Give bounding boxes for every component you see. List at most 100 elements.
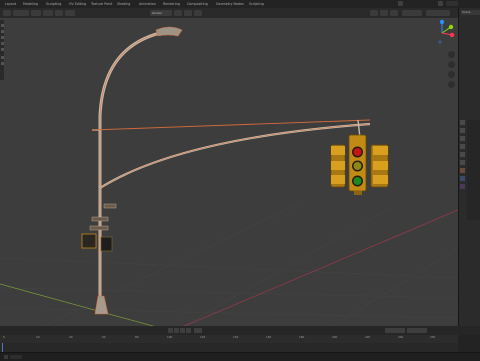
tab-shading[interactable]: Shading	[116, 1, 131, 7]
z-axis-icon	[439, 19, 445, 25]
red-light	[353, 148, 362, 156]
jump-start-icon[interactable]	[168, 328, 173, 333]
floor-grid	[0, 202, 458, 328]
stop-icon[interactable]	[174, 328, 179, 333]
lamp-head	[155, 26, 183, 37]
editor-type-button[interactable]	[3, 10, 11, 16]
material-properties-icon[interactable]	[460, 184, 465, 189]
play-icon[interactable]	[180, 328, 185, 333]
scene-selector-icon[interactable]	[398, 1, 403, 6]
tool-shelf	[0, 20, 4, 80]
tool-properties-icon[interactable]	[460, 120, 465, 125]
timeline-tick: 120	[200, 335, 206, 339]
world-properties-icon[interactable]	[460, 160, 465, 165]
navigation-gizmo[interactable]	[430, 18, 458, 48]
object-mode-dropdown[interactable]	[13, 10, 29, 16]
street-light-pole[interactable]	[92, 26, 183, 315]
transform-orientation-dropdown[interactable]: Global	[150, 10, 172, 16]
gizmo-button[interactable]	[380, 10, 388, 16]
scene-properties-icon[interactable]	[460, 152, 465, 157]
timeline-tick: 180	[299, 335, 305, 339]
workspace-tabs-bar: Layout Modeling Sculpting UV Editing Tex…	[0, 0, 480, 8]
tab-uv-editing[interactable]: UV Editing	[68, 1, 87, 7]
jump-end-icon[interactable]	[186, 328, 191, 333]
zoom-icon[interactable]	[448, 51, 455, 58]
tab-scripting[interactable]: Scripting	[248, 1, 265, 7]
start-frame-field[interactable]	[385, 328, 405, 333]
grid-icon[interactable]	[448, 81, 455, 88]
pivot-point-button[interactable]	[174, 10, 182, 16]
timeline-tick: 40	[69, 335, 73, 339]
modifier-properties-icon[interactable]	[460, 176, 465, 181]
output-properties-icon[interactable]	[460, 136, 465, 141]
viewport-header: Global	[0, 8, 458, 18]
camera-icon[interactable]	[448, 71, 455, 78]
properties-content	[467, 120, 480, 220]
view-layer-properties-icon[interactable]	[460, 144, 465, 149]
view-menu[interactable]	[31, 10, 41, 16]
timeline-tick: 20	[36, 335, 40, 339]
green-light	[353, 177, 362, 185]
scale-icon[interactable]	[0, 42, 4, 45]
render-properties-icon[interactable]	[460, 128, 465, 133]
tab-rendering[interactable]: Rendering	[162, 1, 181, 7]
add-menu[interactable]	[55, 10, 63, 16]
properties-panel: Scene	[458, 8, 480, 328]
y-axis-line	[0, 283, 161, 328]
cursor-icon[interactable]	[0, 24, 4, 27]
tab-layout[interactable]: Layout	[4, 1, 17, 7]
visibility-button[interactable]	[370, 10, 378, 16]
tab-texture-paint[interactable]: Texture Paint	[90, 1, 113, 7]
mouse-select-icon	[4, 355, 8, 359]
current-frame-field[interactable]	[194, 328, 202, 333]
select-menu[interactable]	[43, 10, 53, 16]
overlays-button[interactable]	[390, 10, 398, 16]
tab-geometry-nodes[interactable]: Geometry Nodes	[215, 1, 245, 7]
timeline-tick: 250	[430, 335, 436, 339]
outliner-header[interactable]: Scene	[461, 10, 480, 15]
street-sign	[89, 225, 109, 231]
view-layer-field[interactable]	[446, 1, 458, 6]
annotate-icon[interactable]	[0, 56, 4, 59]
rotate-icon[interactable]	[0, 36, 4, 39]
3d-viewport[interactable]	[0, 18, 458, 328]
timeline-header	[0, 326, 480, 335]
street-sign	[91, 216, 109, 222]
timeline-tick: 160	[266, 335, 272, 339]
status-hint	[10, 355, 22, 359]
tab-modeling[interactable]: Modeling	[22, 1, 39, 7]
street-sign	[103, 203, 117, 209]
end-frame-field[interactable]	[407, 328, 427, 333]
tab-animation[interactable]: Animation	[138, 1, 157, 7]
traffic-signal[interactable]	[330, 134, 389, 195]
yellow-light	[353, 162, 362, 170]
x-axis-icon	[449, 32, 455, 38]
scene-canvas	[0, 26, 458, 328]
proportional-editing-button[interactable]	[194, 10, 202, 16]
timeline-tick: 80	[135, 335, 139, 339]
timeline-tick: 60	[102, 335, 106, 339]
tab-compositing[interactable]: Compositing	[186, 1, 209, 7]
y-axis-icon	[448, 24, 454, 30]
tab-sculpting[interactable]: Sculpting	[45, 1, 62, 7]
timeline-tick: 240	[398, 335, 404, 339]
pole-base	[94, 295, 109, 315]
timeline-tick: 200	[332, 335, 338, 339]
timeline-ruler[interactable]: 0 20 40 60 80 100 120 140 160 180 200 22…	[0, 335, 458, 343]
move-icon[interactable]	[0, 30, 4, 33]
shading-options-button[interactable]	[426, 10, 450, 16]
object-properties-icon[interactable]	[460, 168, 465, 173]
timeline-tick: 0	[3, 335, 5, 339]
timeline-tick: 100	[167, 335, 173, 339]
hand-icon[interactable]	[448, 61, 455, 68]
shading-mode-buttons[interactable]	[402, 10, 422, 16]
transform-icon[interactable]	[0, 48, 4, 51]
snap-button[interactable]	[184, 10, 192, 16]
measure-icon[interactable]	[0, 62, 4, 65]
timeline-tick: 140	[233, 335, 239, 339]
x-axis-line	[179, 209, 458, 328]
view-layer-icon[interactable]	[438, 1, 443, 6]
mast-arm[interactable]	[91, 119, 371, 189]
timeline-tick: 220	[365, 335, 371, 339]
object-menu[interactable]	[65, 10, 75, 16]
